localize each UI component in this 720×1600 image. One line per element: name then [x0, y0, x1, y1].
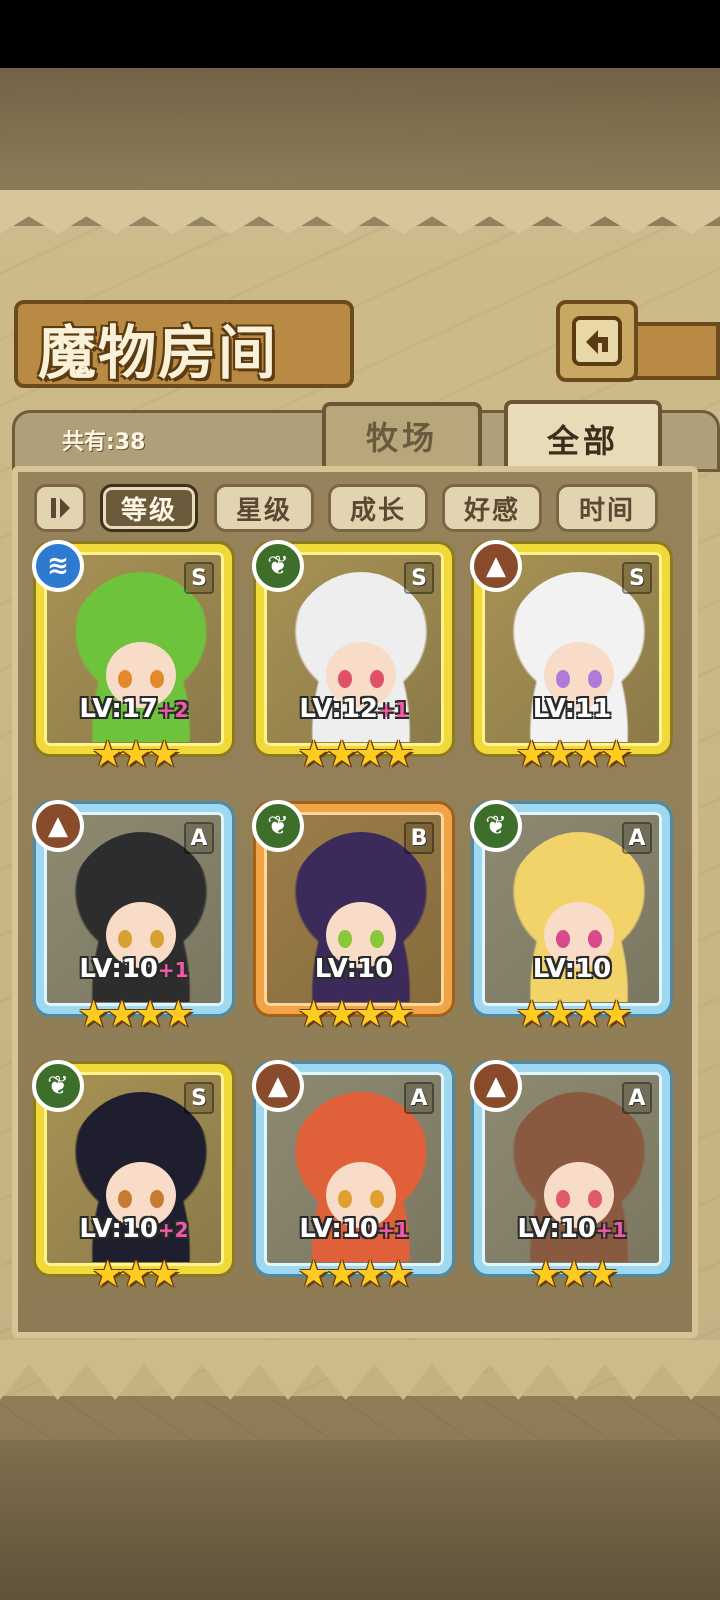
star-rating: ★★★★	[297, 1254, 414, 1295]
earth-element-icon: ▲	[252, 1060, 304, 1112]
water-element-icon: ≋	[32, 540, 84, 592]
monster-card[interactable]: S ≋ LV:17+2 ★★★	[32, 540, 232, 775]
level-bonus: +1	[377, 698, 409, 722]
monster-eye	[150, 930, 164, 948]
back-button[interactable]	[556, 300, 638, 382]
earth-element-icon: ▲	[470, 540, 522, 592]
monster-card[interactable]: B ❦ LV:10 ★★★★	[252, 800, 452, 1035]
monster-eye	[338, 1190, 352, 1208]
map-strip-bottom	[0, 1440, 720, 1600]
monster-eye	[556, 930, 570, 948]
grade-badge: S	[184, 1082, 214, 1114]
level-bonus: +2	[157, 698, 189, 722]
monster-card[interactable]: A ❦ LV:10 ★★★★	[470, 800, 670, 1035]
monster-card[interactable]: A ▲ LV:10+1 ★★★	[470, 1060, 670, 1295]
back-button-rail	[632, 322, 720, 380]
level-label: LV:10	[474, 954, 670, 984]
level-label: LV:10+1	[36, 954, 232, 984]
sort-order-icon	[51, 498, 70, 518]
monster-eye	[370, 670, 384, 688]
monster-eye	[118, 670, 132, 688]
tab-ranch[interactable]: 牧场	[322, 402, 482, 466]
level-label: LV:10	[256, 954, 452, 984]
monster-eye	[556, 1190, 570, 1208]
level-label: LV:17+2	[36, 694, 232, 724]
level-bonus: +1	[377, 1218, 409, 1242]
back-arrow-icon	[572, 316, 622, 366]
star-rating: ★★★★	[77, 994, 194, 1035]
monster-eye	[588, 1190, 602, 1208]
sort-time-button[interactable]: 时间	[556, 484, 658, 532]
status-bar	[0, 0, 720, 68]
monster-eye	[338, 930, 352, 948]
sort-growth-button[interactable]: 成长	[328, 484, 428, 532]
earth-element-icon: ▲	[470, 1060, 522, 1112]
sort-level-button[interactable]: 等级	[100, 484, 198, 532]
monster-card[interactable]: S ▲ LV:11 ★★★★	[470, 540, 670, 775]
star-rating: ★★★★	[297, 994, 414, 1035]
monster-eye	[150, 1190, 164, 1208]
monster-eye	[118, 1190, 132, 1208]
monster-eye	[118, 930, 132, 948]
level-label: LV:10+1	[474, 1214, 670, 1244]
level-label: LV:10+2	[36, 1214, 232, 1244]
star-rating: ★★★	[91, 734, 181, 775]
grade-badge: S	[184, 562, 214, 594]
level-label: LV:10+1	[256, 1214, 452, 1244]
grade-badge: S	[622, 562, 652, 594]
level-value: LV:17	[79, 694, 158, 724]
grade-badge: S	[404, 562, 434, 594]
sort-order-button[interactable]	[34, 484, 86, 532]
level-value: LV:10	[314, 954, 394, 984]
level-value: LV:10	[299, 1214, 378, 1244]
grade-badge: B	[404, 822, 434, 854]
level-value: LV:10	[517, 1214, 596, 1244]
star-rating: ★★★★	[515, 734, 632, 775]
level-label: LV:12+1	[256, 694, 452, 724]
monster-card[interactable]: A ▲ LV:10+1 ★★★★	[252, 1060, 452, 1295]
monster-eye	[338, 670, 352, 688]
level-bonus: +2	[157, 1218, 189, 1242]
level-label: LV:11	[474, 694, 670, 724]
level-value: LV:12	[299, 694, 378, 724]
grade-badge: A	[622, 1082, 652, 1114]
page-title: 魔物房间	[38, 319, 279, 387]
star-rating: ★★★★	[515, 994, 632, 1035]
monster-card[interactable]: S ❦ LV:10+2 ★★★	[32, 1060, 232, 1295]
level-bonus: +1	[157, 958, 189, 982]
sort-star-button[interactable]: 星级	[214, 484, 314, 532]
monster-card[interactable]: S ❦ LV:12+1 ★★★★	[252, 540, 452, 775]
monster-eye	[370, 930, 384, 948]
level-value: LV:10	[79, 1214, 158, 1244]
monster-eye	[370, 1190, 384, 1208]
sort-affection-button[interactable]: 好感	[442, 484, 542, 532]
tab-all[interactable]: 全部	[504, 400, 662, 474]
grass-element-icon: ❦	[252, 540, 304, 592]
monster-eye	[588, 930, 602, 948]
star-rating: ★★★★	[297, 734, 414, 775]
grade-badge: A	[404, 1082, 434, 1114]
earth-element-icon: ▲	[32, 800, 84, 852]
monster-eye	[556, 670, 570, 688]
monster-eye	[588, 670, 602, 688]
level-value: LV:11	[532, 694, 612, 724]
level-value: LV:10	[532, 954, 612, 984]
grass-element-icon: ❦	[252, 800, 304, 852]
grade-badge: A	[622, 822, 652, 854]
map-strip-top	[0, 68, 720, 190]
monster-card[interactable]: A ▲ LV:10+1 ★★★★	[32, 800, 232, 1035]
star-rating: ★★★	[91, 1254, 181, 1295]
level-value: LV:10	[79, 954, 158, 984]
grade-badge: A	[184, 822, 214, 854]
star-rating: ★★★	[529, 1254, 619, 1295]
monster-count: 共有:38	[62, 430, 146, 455]
level-bonus: +1	[595, 1218, 627, 1242]
grass-element-icon: ❦	[470, 800, 522, 852]
monster-eye	[150, 670, 164, 688]
grass-element-icon: ❦	[32, 1060, 84, 1112]
